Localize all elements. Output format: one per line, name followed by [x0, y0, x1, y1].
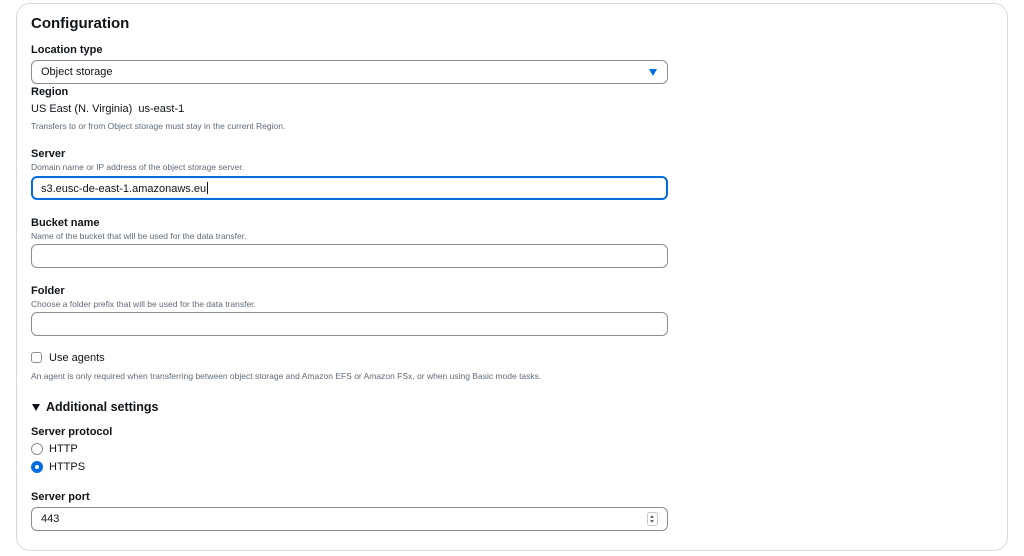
section-title: Configuration [31, 15, 130, 32]
region-value: US East (N. Virginia) us-east-1 [31, 103, 184, 115]
bucket-label: Bucket name [31, 217, 100, 229]
configuration-panel [16, 3, 1008, 551]
radio-https[interactable] [31, 461, 43, 473]
location-type-value: Object storage [41, 66, 113, 78]
use-agents-description: An agent is only required when transferr… [31, 371, 542, 381]
region-code: us-east-1 [138, 103, 185, 115]
location-type-label: Location type [31, 44, 103, 56]
folder-label: Folder [31, 285, 65, 297]
server-input[interactable]: s3.eusc-de-east-1.amazonaws.eu [31, 176, 668, 200]
folder-input[interactable] [31, 312, 668, 336]
use-agents-label[interactable]: Use agents [49, 352, 105, 364]
use-agents-checkbox[interactable] [31, 352, 42, 363]
server-port-input[interactable]: 443 [31, 507, 668, 531]
additional-settings-toggle[interactable]: Additional settings [46, 400, 159, 414]
server-port-label: Server port [31, 491, 90, 503]
server-port-value: 443 [41, 513, 60, 525]
server-input-value: s3.eusc-de-east-1.amazonaws.eu [41, 182, 209, 195]
bucket-description: Name of the bucket that will be used for… [31, 231, 247, 241]
bucket-input[interactable] [31, 244, 668, 268]
location-type-select[interactable]: Object storage [31, 60, 668, 84]
text-cursor [207, 182, 209, 194]
caret-down-icon [649, 69, 657, 76]
radio-http-label[interactable]: HTTP [49, 443, 78, 455]
region-label: Region [31, 86, 69, 98]
stepper-down-icon[interactable] [650, 520, 654, 523]
server-description: Domain name or IP address of the object … [31, 162, 244, 172]
server-label: Server [31, 148, 66, 160]
server-protocol-label: Server protocol [31, 426, 113, 438]
folder-description: Choose a folder prefix that will be used… [31, 299, 256, 309]
number-stepper-icon[interactable] [647, 512, 658, 526]
region-note: Transfers to or from Object storage must… [31, 121, 286, 131]
stepper-up-icon[interactable] [650, 515, 654, 518]
radio-https-label[interactable]: HTTPS [49, 461, 85, 473]
expand-triangle-icon[interactable] [32, 404, 40, 411]
region-name: US East (N. Virginia) [31, 103, 133, 115]
radio-http[interactable] [31, 443, 43, 455]
